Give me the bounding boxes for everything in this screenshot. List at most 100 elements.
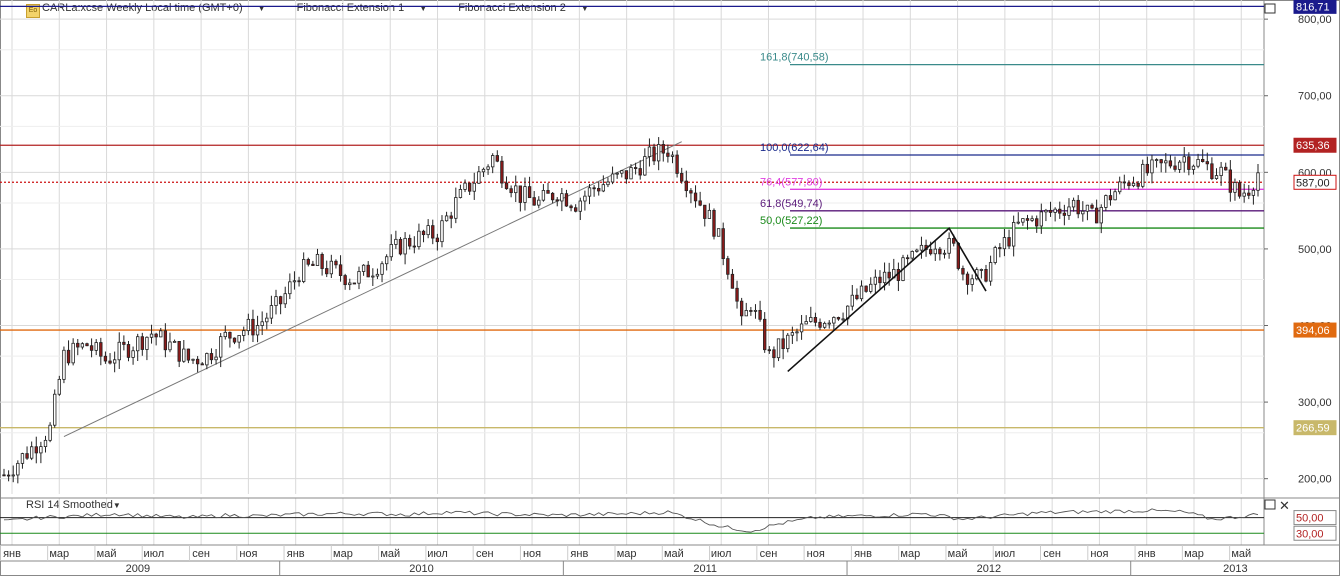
candle (970, 278, 974, 285)
month-label: мар (1184, 548, 1204, 560)
candle (2, 474, 6, 477)
candle (822, 322, 827, 328)
candle (1177, 161, 1182, 170)
candle (1039, 211, 1043, 227)
candle (223, 331, 227, 338)
maximize-icon[interactable] (1264, 499, 1276, 510)
candle (1062, 212, 1067, 216)
candle (1201, 159, 1205, 162)
month-label: мар (333, 548, 353, 560)
fib-level-label: 76,4(577,80) (760, 176, 822, 188)
candle (799, 323, 804, 333)
candle (343, 275, 347, 286)
candle (274, 296, 278, 306)
candle (76, 342, 80, 348)
candle (716, 228, 721, 237)
candle (251, 318, 255, 336)
candle (140, 336, 144, 350)
month-label: янв (854, 548, 872, 560)
candle (730, 273, 735, 289)
candle (1016, 221, 1020, 224)
candle (394, 238, 398, 245)
year-label: 2013 (1223, 563, 1247, 575)
candle (661, 144, 665, 154)
month-label: июл (711, 548, 732, 560)
month-label: ноя (1090, 548, 1108, 560)
candle (371, 275, 375, 278)
maximize-icon[interactable] (1264, 3, 1276, 14)
candle (1219, 166, 1223, 176)
y-tick-label: 200,00 (1298, 474, 1332, 486)
candle (1136, 182, 1140, 187)
close-icon[interactable]: ✕ (1279, 498, 1290, 513)
candle (228, 331, 232, 339)
candle (145, 336, 149, 350)
candle (315, 253, 320, 266)
candle (117, 341, 121, 361)
candle (818, 321, 822, 328)
candle (666, 152, 670, 157)
candle (1025, 218, 1030, 221)
candle (242, 330, 246, 336)
candle (172, 340, 177, 343)
candle (938, 248, 942, 255)
candle (408, 237, 412, 247)
candle (53, 393, 57, 426)
candle (1122, 181, 1126, 184)
candle (1164, 160, 1168, 164)
month-label: янв (1138, 548, 1156, 560)
candle (1076, 199, 1080, 215)
candle (942, 252, 947, 255)
rsi-tick-label: 30,00 (1296, 528, 1324, 540)
month-label: май (948, 548, 968, 560)
month-label: май (1231, 548, 1251, 560)
candle (656, 144, 661, 162)
month-label: янв (287, 548, 305, 560)
candle (869, 283, 873, 292)
candle (550, 192, 555, 201)
candle (191, 358, 195, 361)
candle (338, 264, 343, 276)
candle (1182, 156, 1186, 163)
candle (772, 349, 776, 359)
candle (43, 439, 48, 448)
candle (292, 280, 297, 283)
candle (209, 353, 214, 361)
candle (195, 358, 200, 365)
candle (481, 168, 486, 173)
candle (652, 146, 656, 162)
candle (34, 446, 38, 454)
candle (1094, 207, 1099, 224)
candle (1053, 208, 1057, 213)
candle (929, 249, 933, 255)
month-label: сен (760, 548, 778, 560)
candle (283, 293, 287, 305)
month-label: янв (570, 548, 588, 560)
candle (537, 199, 541, 206)
candle (1242, 192, 1246, 197)
candle (1127, 182, 1131, 187)
candle (1237, 182, 1242, 197)
candle (472, 182, 476, 192)
candle (200, 363, 204, 366)
month-label: май (97, 548, 117, 560)
candle (278, 296, 283, 305)
candle (122, 341, 126, 345)
candle (965, 273, 970, 285)
candle (1168, 160, 1173, 167)
month-label: май (664, 548, 684, 560)
candle (1214, 175, 1219, 180)
level-label: 635,36 (1296, 140, 1330, 152)
candle (546, 190, 550, 194)
candle (205, 353, 209, 366)
price-chart[interactable]: 800,00700,00600,00500,00400,00300,00200,… (0, 0, 1340, 576)
candle (514, 185, 518, 194)
candle (633, 167, 638, 169)
candle (804, 321, 808, 325)
candle (103, 355, 108, 362)
candle (601, 184, 606, 192)
year-label: 2012 (977, 563, 1001, 575)
candle (712, 209, 716, 237)
month-label: сен (1043, 548, 1061, 560)
candle (311, 263, 315, 266)
